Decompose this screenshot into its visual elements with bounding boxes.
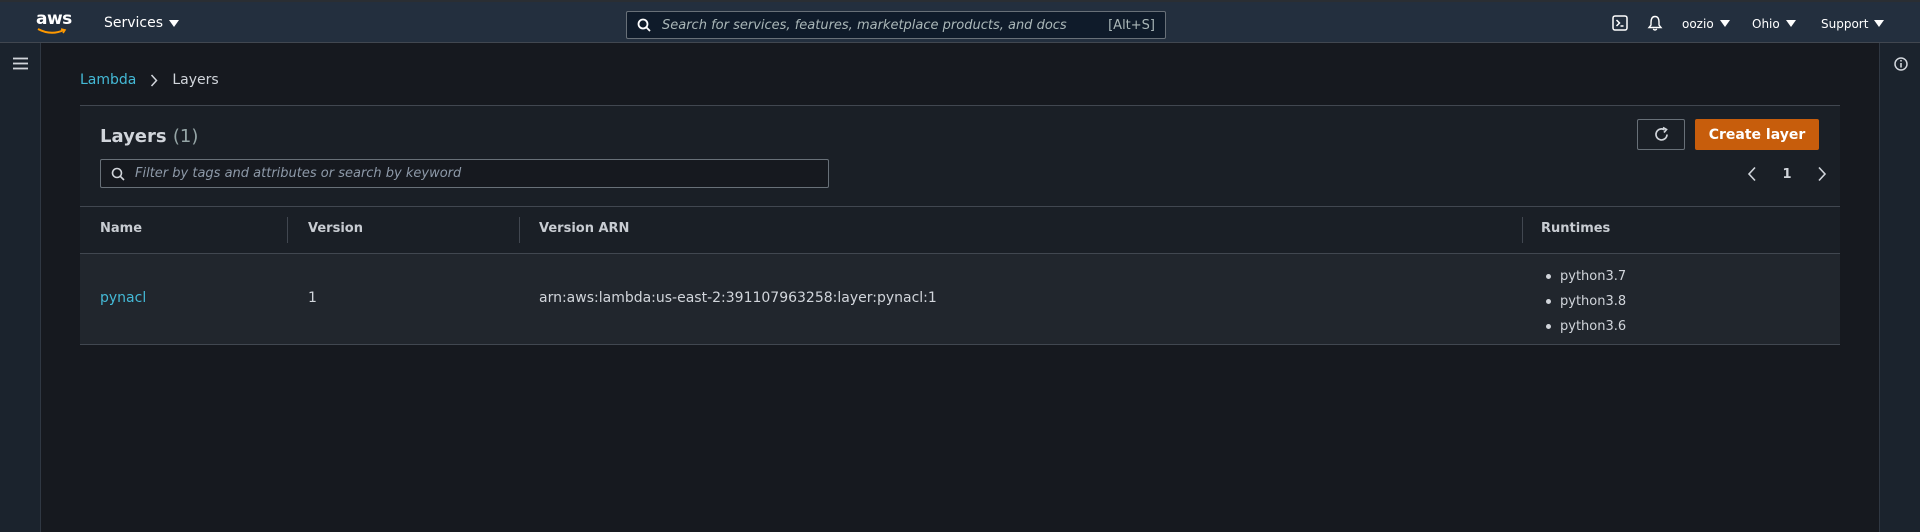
column-header-name[interactable]: Name — [100, 221, 142, 236]
region-label: Ohio — [1752, 16, 1780, 31]
filter-input[interactable]: Filter by tags and attributes or search … — [100, 159, 829, 188]
runtime-item: python3.8 — [1545, 289, 1626, 314]
cloudshell-icon[interactable] — [1612, 15, 1628, 31]
create-layer-button[interactable]: Create layer — [1695, 119, 1819, 150]
column-divider[interactable] — [287, 217, 288, 243]
hamburger-menu-icon[interactable] — [13, 57, 28, 70]
breadcrumb-lambda-link[interactable]: Lambda — [80, 72, 136, 88]
breadcrumb-current: Layers — [172, 72, 219, 88]
global-search-input[interactable]: Search for services, features, marketpla… — [626, 11, 1166, 39]
layer-version: 1 — [308, 290, 317, 306]
pagination: 1 — [1747, 164, 1827, 184]
page-number[interactable]: 1 — [1782, 167, 1791, 182]
column-header-runtimes[interactable]: Runtimes — [1541, 221, 1610, 236]
runtime-item: python3.7 — [1545, 264, 1626, 289]
search-shortcut: [Alt+S] — [1108, 18, 1155, 33]
aws-smile-icon — [37, 28, 67, 34]
layer-version-arn: arn:aws:lambda:us-east-2:391107963258:la… — [539, 290, 937, 306]
account-label: oozio — [1682, 16, 1714, 31]
account-menu[interactable]: oozio — [1682, 2, 1730, 45]
chevron-left-icon[interactable] — [1747, 166, 1757, 182]
column-header-version[interactable]: Version — [308, 221, 363, 236]
refresh-button[interactable] — [1637, 119, 1685, 150]
aws-logo[interactable]: aws — [36, 9, 72, 37]
layer-name-link[interactable]: pynacl — [100, 290, 146, 306]
breadcrumb: Lambda Layers — [80, 72, 219, 88]
panel-count: (1) — [172, 126, 199, 147]
support-menu[interactable]: Support — [1821, 2, 1885, 45]
panel-title: Layers (1) — [100, 126, 198, 147]
caret-down-icon — [1719, 20, 1730, 27]
chevron-right-icon — [151, 73, 158, 87]
left-sidebar — [0, 43, 41, 532]
panel-title-text: Layers — [100, 126, 167, 147]
caret-down-icon — [1785, 20, 1796, 27]
services-label: Services — [104, 15, 164, 31]
search-icon — [111, 167, 125, 181]
layers-panel: Layers (1) Create layer Filter by tags a… — [80, 105, 1840, 345]
info-icon[interactable] — [1894, 57, 1908, 71]
search-icon — [637, 18, 651, 32]
main-content: Lambda Layers Layers (1) Create layer Fi… — [41, 43, 1879, 532]
column-divider[interactable] — [519, 217, 520, 243]
refresh-icon — [1654, 126, 1668, 141]
support-label: Support — [1821, 16, 1869, 31]
runtimes-list: python3.7 python3.8 python3.6 — [1545, 264, 1626, 339]
chevron-right-icon[interactable] — [1817, 166, 1827, 182]
search-placeholder: Search for services, features, marketpla… — [662, 18, 1067, 33]
services-menu[interactable]: Services — [104, 15, 180, 31]
region-menu[interactable]: Ohio — [1752, 2, 1796, 45]
column-divider[interactable] — [1522, 217, 1523, 243]
caret-down-icon — [169, 19, 180, 27]
aws-logo-text: aws — [36, 9, 72, 29]
runtime-item: python3.6 — [1545, 314, 1626, 339]
table-header: Name Version Version ARN Runtimes — [80, 206, 1840, 254]
table-row: pynacl 1 arn:aws:lambda:us-east-2:391107… — [80, 254, 1840, 344]
bell-icon[interactable] — [1647, 15, 1663, 32]
right-help-panel — [1879, 43, 1920, 532]
column-header-version-arn[interactable]: Version ARN — [539, 221, 629, 236]
filter-placeholder: Filter by tags and attributes or search … — [135, 166, 462, 181]
top-navigation: aws Services Search for services, featur… — [0, 0, 1920, 43]
caret-down-icon — [1874, 20, 1885, 27]
